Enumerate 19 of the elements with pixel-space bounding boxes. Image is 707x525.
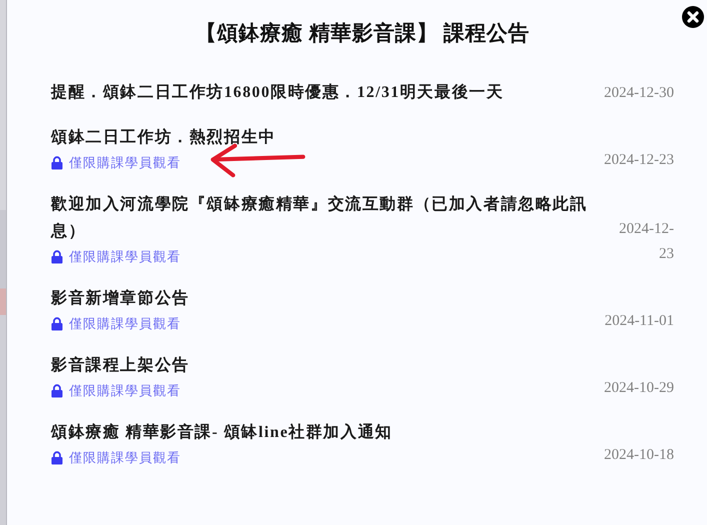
announcement-date: 2024-11-01 [604,312,674,331]
announcement-title[interactable]: 歡迎加入河流學院『頌缽療癒精華』交流互動群（已加入者請忽略此訊息） [51,191,588,245]
announcement-date: 2024-12-30 [603,84,674,103]
announcement-title[interactable]: 頌鉢療癒 精華影音課- 頌缽line社群加入通知 [51,419,392,446]
announcement-date: 2024-12-23 [618,220,674,264]
announcement-title[interactable]: 影音新增章節公告 [51,285,190,312]
announcement-title[interactable]: 影音課程上架公告 [51,352,190,379]
members-only-note: 僅限購課學員觀看 [69,383,181,400]
announcement-date: 2024-10-29 [603,379,674,398]
close-icon[interactable] [682,6,704,28]
members-only-note: 僅限購課學員觀看 [69,450,181,467]
dialog-title: 【頌鉢療癒 精華影音課】 課程公告 [194,20,530,47]
announcement-date: 2024-12-23 [603,151,674,170]
announcement-title[interactable]: 頌鉢二日工作坊．熱烈招生中 [51,124,276,151]
members-only-note: 僅限購課學員觀看 [69,249,181,266]
announcement-title[interactable]: 提醒．頌鉢二日工作坊16800限時優惠．12/31明天最後一天 [51,79,504,106]
members-only-note: 僅限購課學員觀看 [69,316,181,333]
announcement-date: 2024-10-18 [603,446,674,465]
members-only-note: 僅限購課學員觀看 [69,155,181,172]
